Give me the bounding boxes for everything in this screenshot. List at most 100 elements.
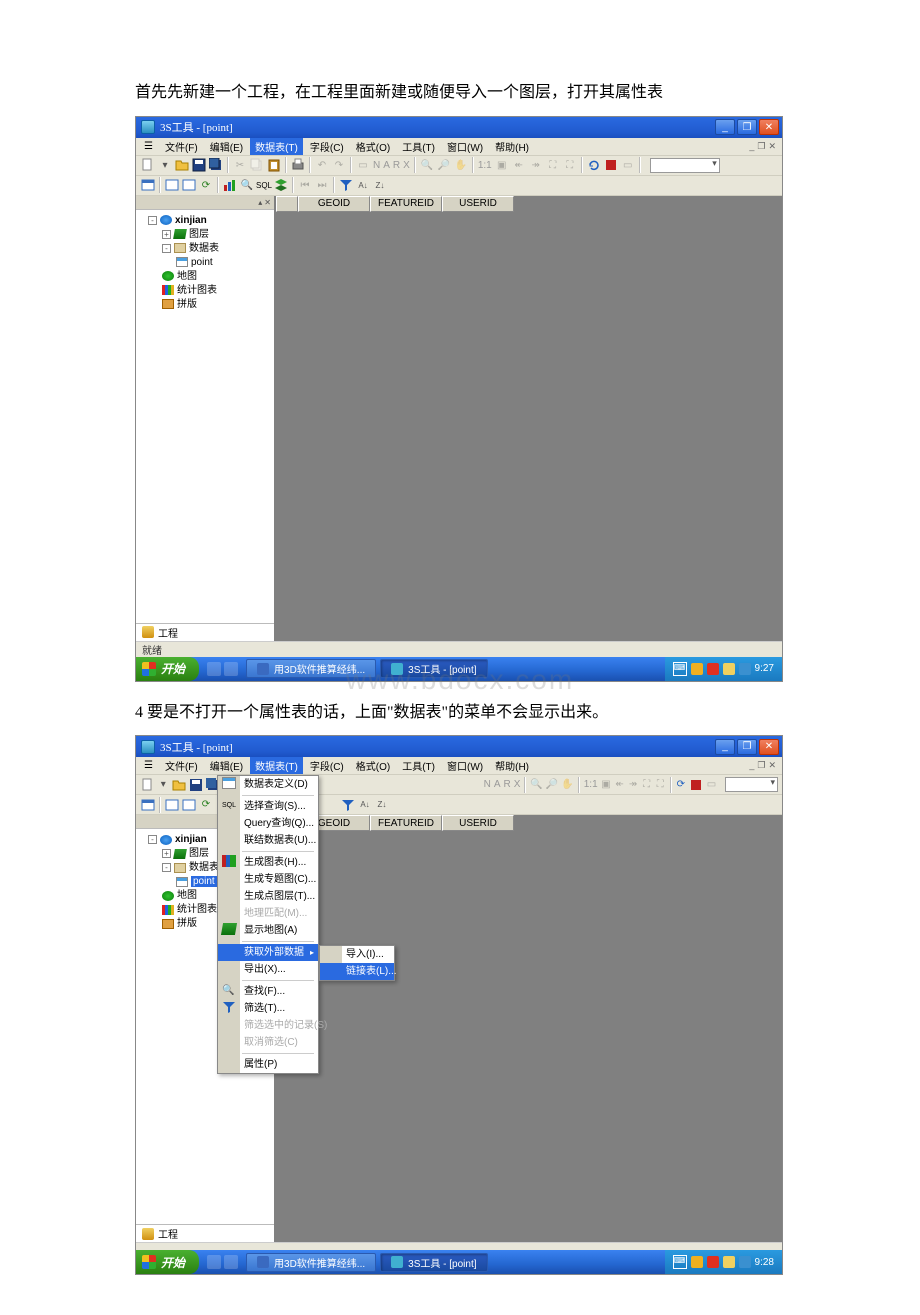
col-featureid[interactable]: FEATUREID bbox=[370, 815, 442, 831]
tree-map[interactable]: 地图 bbox=[177, 890, 197, 901]
menu-item[interactable]: 获取外部数据▸ bbox=[218, 944, 318, 961]
menu-item[interactable]: 筛选(T)... bbox=[218, 1000, 318, 1017]
tray-msg-icon[interactable] bbox=[739, 663, 751, 675]
scale-combo[interactable] bbox=[650, 158, 720, 173]
scale-combo[interactable] bbox=[725, 777, 778, 792]
minimize-button[interactable]: _ bbox=[715, 739, 735, 755]
panel-pin-icon[interactable]: ▴ bbox=[258, 198, 262, 207]
print-icon[interactable] bbox=[290, 157, 306, 173]
sidebar-tab-project[interactable]: 工程 bbox=[158, 1226, 178, 1241]
child-min-icon[interactable]: _ bbox=[749, 141, 754, 152]
quick-launch[interactable] bbox=[199, 662, 246, 676]
close-button[interactable]: ✕ bbox=[759, 739, 779, 755]
menu-help[interactable]: 帮助(H) bbox=[490, 138, 534, 155]
tree-charts[interactable]: 统计图表 bbox=[177, 904, 217, 915]
project-tree[interactable]: -xinjian +图层 -数据表 point 地图 统计图表 拼版 bbox=[136, 210, 274, 623]
sortasc-icon[interactable]: A↓ bbox=[355, 177, 371, 193]
tray-shield-icon[interactable] bbox=[691, 663, 703, 675]
fit-icon[interactable]: ▣ bbox=[494, 157, 510, 173]
tree-tables[interactable]: 数据表 bbox=[189, 862, 219, 873]
menu-edit[interactable]: 编辑(E) bbox=[205, 757, 248, 774]
child-max-icon[interactable]: ❐ bbox=[757, 760, 765, 771]
dropdown-table-menu[interactable]: 数据表定义(D)选择查询(S)...SQLQuery查询(Q)...联结数据表(… bbox=[217, 775, 319, 1074]
tree-layers[interactable]: 图层 bbox=[189, 229, 209, 240]
tree-tiles[interactable]: 拼版 bbox=[177, 299, 197, 310]
sidebar-tab-project[interactable]: 工程 bbox=[136, 623, 274, 641]
menu-item[interactable]: 数据表定义(D) bbox=[218, 776, 318, 793]
dropdown-submenu-external[interactable]: 导入(I)...链接表(L)... bbox=[319, 945, 395, 981]
refresh-icon[interactable]: ⟳ bbox=[675, 777, 688, 793]
dropdown-icon[interactable]: ▾ bbox=[157, 157, 173, 173]
redo-icon[interactable]: ↷ bbox=[331, 157, 347, 173]
maximize-button[interactable]: ❐ bbox=[737, 739, 757, 755]
open-icon[interactable] bbox=[174, 157, 190, 173]
menu-item[interactable]: 生成图表(H)... bbox=[218, 854, 318, 871]
menu-file[interactable]: 文件(F) bbox=[160, 138, 203, 155]
win-white-icon[interactable] bbox=[164, 177, 180, 193]
col-geoid[interactable]: GEOID bbox=[298, 196, 370, 212]
task-word[interactable]: 用3D软件推算经纬... bbox=[246, 1253, 376, 1272]
tool-x[interactable]: X bbox=[402, 160, 411, 171]
last-icon[interactable]: ⏭ bbox=[314, 177, 330, 193]
reload-icon[interactable]: ⟳ bbox=[198, 177, 214, 193]
window-icon[interactable]: ▭ bbox=[620, 157, 636, 173]
tree-point-selected[interactable]: point bbox=[191, 876, 217, 887]
scale11-icon[interactable]: 1:1 bbox=[477, 160, 493, 171]
filter-icon[interactable] bbox=[340, 797, 356, 813]
tray-lang-icon[interactable]: ⌨ bbox=[673, 662, 687, 676]
tree-root[interactable]: xinjian bbox=[175, 834, 207, 845]
submenu-item[interactable]: 导入(I)... bbox=[320, 946, 394, 963]
menu-item[interactable]: Query查询(Q)... bbox=[218, 815, 318, 832]
system-tray[interactable]: ⌨ 9:27 bbox=[665, 657, 782, 681]
close-button[interactable]: ✕ bbox=[759, 119, 779, 135]
tool-a[interactable]: A bbox=[382, 160, 391, 171]
menu-item[interactable]: 生成点图层(T)... bbox=[218, 888, 318, 905]
tree-charts[interactable]: 统计图表 bbox=[177, 285, 217, 296]
col-userid[interactable]: USERID bbox=[442, 196, 514, 212]
new-icon[interactable] bbox=[140, 157, 156, 173]
prev-icon[interactable]: ↞ bbox=[511, 157, 527, 173]
col-featureid[interactable]: FEATUREID bbox=[370, 196, 442, 212]
menu-item[interactable]: 属性(P) bbox=[218, 1056, 318, 1073]
window1-icon[interactable] bbox=[140, 177, 156, 193]
win-white2-icon[interactable] bbox=[181, 177, 197, 193]
menu-item[interactable]: 生成专题图(C)... bbox=[218, 871, 318, 888]
menu-table[interactable]: 数据表(T) bbox=[250, 757, 303, 774]
task-3s[interactable]: 3S工具 - [point] bbox=[380, 659, 487, 678]
fullext-icon[interactable]: ⛶ bbox=[545, 157, 561, 173]
child-min-icon[interactable]: _ bbox=[749, 760, 754, 771]
first-icon[interactable]: ⏮ bbox=[297, 177, 313, 193]
menu-item[interactable]: 显示地图(A) bbox=[218, 922, 318, 939]
start-button[interactable]: 开始 bbox=[136, 657, 199, 681]
menu-format[interactable]: 格式(O) bbox=[351, 757, 395, 774]
save-icon[interactable] bbox=[188, 777, 204, 793]
menu-edit[interactable]: 编辑(E) bbox=[205, 138, 248, 155]
submenu-item[interactable]: 链接表(L)... bbox=[320, 963, 394, 980]
tray-vol-icon[interactable] bbox=[723, 663, 735, 675]
tree-layers[interactable]: 图层 bbox=[189, 848, 209, 859]
menu-help[interactable]: 帮助(H) bbox=[490, 757, 534, 774]
stop-icon[interactable] bbox=[603, 157, 619, 173]
menu-tool[interactable]: 工具(T) bbox=[397, 757, 440, 774]
row-header[interactable] bbox=[276, 196, 298, 212]
tree-map[interactable]: 地图 bbox=[177, 271, 197, 282]
chart-icon[interactable] bbox=[222, 177, 238, 193]
undo-icon[interactable]: ↶ bbox=[314, 157, 330, 173]
start-button[interactable]: 开始 bbox=[136, 1250, 199, 1274]
menu-item[interactable]: 查找(F)...🔍 bbox=[218, 983, 318, 1000]
col-userid[interactable]: USERID bbox=[442, 815, 514, 831]
minimize-button[interactable]: _ bbox=[715, 119, 735, 135]
save-icon[interactable] bbox=[191, 157, 207, 173]
menu-item[interactable]: 联结数据表(U)... bbox=[218, 832, 318, 849]
tree-root[interactable]: xinjian bbox=[175, 215, 207, 226]
menu-field[interactable]: 字段(C) bbox=[305, 138, 349, 155]
tree-point[interactable]: point bbox=[191, 257, 213, 268]
saveall-icon[interactable] bbox=[208, 157, 224, 173]
menu-table[interactable]: 数据表(T) bbox=[250, 138, 303, 155]
tree-tables[interactable]: 数据表 bbox=[189, 243, 219, 254]
tree-tiles[interactable]: 拼版 bbox=[177, 918, 197, 929]
cut-icon[interactable]: ✂ bbox=[232, 157, 248, 173]
menu-file[interactable]: 文件(F) bbox=[160, 757, 203, 774]
sql-icon[interactable]: SQL bbox=[256, 177, 272, 193]
layers-icon[interactable] bbox=[273, 177, 289, 193]
